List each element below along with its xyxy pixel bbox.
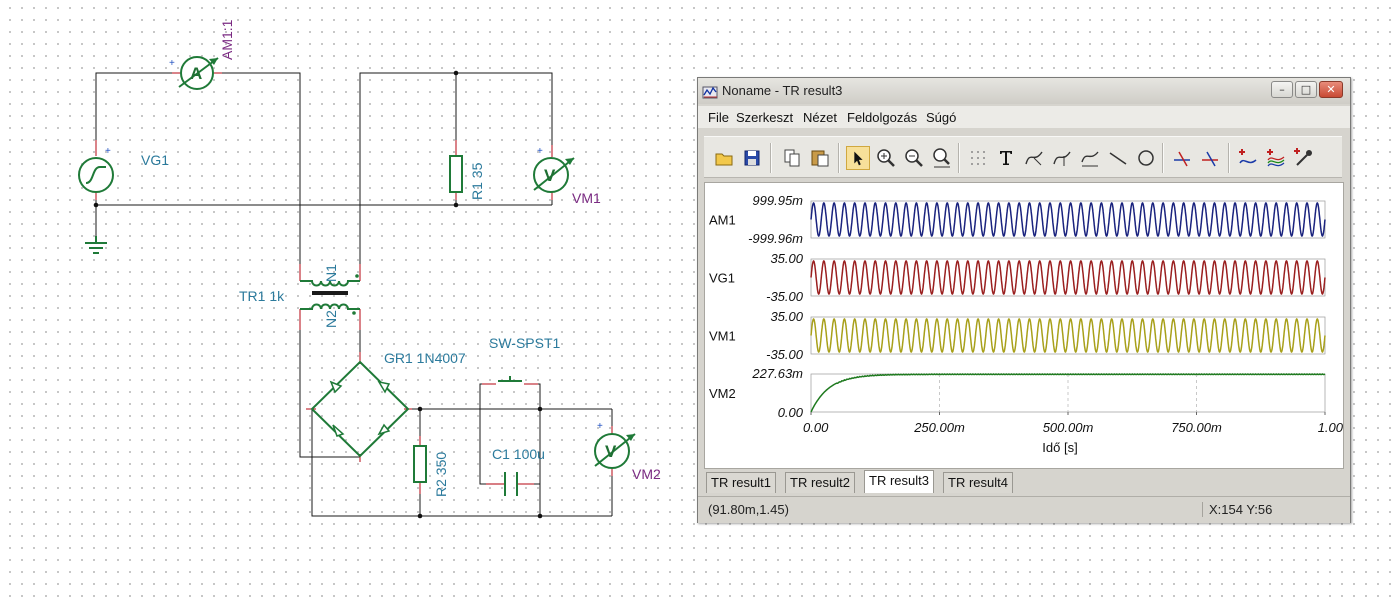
save-icon[interactable]: [740, 146, 764, 170]
x-tick-label: 0.00: [803, 420, 829, 435]
capacitor-c1[interactable]: C1 100u: [486, 446, 545, 496]
voltage-generator-vg1[interactable]: + VG1: [78, 140, 169, 200]
x-tick-label: 750.00m: [1171, 420, 1222, 435]
status-coordinates: (91.80m,1.45): [708, 502, 789, 517]
paste-icon[interactable]: [808, 146, 832, 170]
maximize-button[interactable]: □: [1295, 81, 1317, 98]
menu-file[interactable]: File: [708, 110, 729, 125]
text-icon[interactable]: [994, 146, 1018, 170]
result-window[interactable]: Noname - TR result3 – □ ✕ File Szerkeszt…: [697, 77, 1351, 523]
zoom-out-icon[interactable]: [902, 146, 926, 170]
series-name-vm1: VM1: [709, 329, 736, 344]
ammeter-glyph: A: [190, 64, 202, 83]
close-button[interactable]: ✕: [1319, 81, 1343, 98]
x-tick-label: 1.00: [1318, 420, 1343, 435]
app-icon: [702, 86, 718, 99]
r1-label: R1 35: [469, 162, 485, 200]
menu-help[interactable]: Súgó: [926, 110, 956, 125]
vm2-plus: +: [597, 421, 603, 432]
vm1-label: VM1: [572, 190, 601, 206]
transformer-tr1[interactable]: N1 N2 TR1 1k: [239, 264, 361, 330]
c1-label: C1 100u: [492, 446, 545, 462]
open-folder-icon[interactable]: [712, 146, 736, 170]
circle-icon[interactable]: [1134, 146, 1158, 170]
n1-label: N1: [323, 264, 339, 282]
zoom-in-icon[interactable]: [874, 146, 898, 170]
status-cursor-position: X:154 Y:56: [1202, 502, 1272, 517]
series-ymax-am1: 999.95m: [752, 193, 803, 208]
series-name-am1: AM1: [709, 213, 736, 228]
series-name-vg1: VG1: [709, 271, 735, 286]
toolbar: [704, 136, 1342, 178]
n2-label: N2: [323, 310, 339, 328]
ground-symbol: [85, 236, 107, 254]
tab-tr-result4[interactable]: TR result4: [943, 472, 1013, 493]
results-chart[interactable]: AM1 999.95m -999.96m VG1 35.00 -35.00 VM1 35.00…: [705, 183, 1343, 468]
copy-icon[interactable]: [780, 146, 804, 170]
minimize-button[interactable]: –: [1271, 81, 1293, 98]
curve-label-c-icon[interactable]: [1078, 146, 1102, 170]
x-tick-label: 500.00m: [1043, 420, 1094, 435]
vg-plus: +: [105, 146, 111, 157]
ammeter-label: AM1:1: [219, 19, 235, 60]
pointer-icon[interactable]: [846, 146, 870, 170]
add-multi-curve-icon[interactable]: [1264, 146, 1288, 170]
tab-tr-result2[interactable]: TR result2: [785, 472, 855, 493]
menu-processing[interactable]: Feldolgozás: [847, 110, 917, 125]
status-bar: (91.80m,1.45) X:154 Y:56: [698, 496, 1350, 523]
vm1-glyph: V: [544, 166, 556, 185]
series-ymax-vm1: 35.00: [770, 309, 803, 324]
plot-area[interactable]: AM1 999.95m -999.96m VG1 35.00 -35.00 VM1 35.00…: [704, 182, 1344, 469]
result-tabs: TR result1 TR result2 TR result3 TR resu…: [704, 470, 1344, 494]
schematic-canvas[interactable]: A + AM1:1 + VG1 R1 35 V + VM1 N1 N2 TR1 …: [0, 0, 700, 602]
tab-tr-result1[interactable]: TR result1: [706, 472, 776, 493]
grid-icon[interactable]: [966, 146, 990, 170]
menu-bar: File Szerkeszt Nézet Feldolgozás Súgó: [698, 106, 1350, 128]
window-title: Noname - TR result3: [722, 83, 843, 98]
tr-label: TR1 1k: [239, 288, 285, 304]
series-ymin-vm1: -35.00: [766, 347, 804, 362]
menu-view[interactable]: Nézet: [803, 110, 837, 125]
gr-label: GR1 1N4007: [384, 350, 466, 366]
ammeter-am1[interactable]: A + AM1:1: [169, 19, 235, 90]
series-name-vm2: VM2: [709, 386, 736, 401]
curve-label-b-icon[interactable]: [1050, 146, 1074, 170]
line-icon[interactable]: [1106, 146, 1130, 170]
curve-label-a-icon[interactable]: [1022, 146, 1046, 170]
vg-label: VG1: [141, 152, 169, 168]
bridge-rectifier-gr1[interactable]: GR1 1N4007: [306, 350, 466, 462]
resistor-r1[interactable]: R1 35: [449, 140, 485, 200]
resistor-r2[interactable]: R2 350: [413, 436, 449, 497]
vm2-label: VM2: [632, 466, 661, 482]
vm2-glyph: V: [605, 442, 617, 461]
vm1-plus: +: [537, 146, 543, 157]
menu-edit[interactable]: Szerkeszt: [736, 110, 793, 125]
cursor-a-icon[interactable]: [1170, 146, 1194, 170]
cursor-b-icon[interactable]: [1198, 146, 1222, 170]
voltmeter-vm2[interactable]: V + VM2: [594, 421, 661, 482]
series-ymax-vg1: 35.00: [770, 251, 803, 266]
ammeter-plus: +: [169, 58, 175, 69]
zoom-100-icon[interactable]: [930, 146, 954, 170]
series-ymin-vg1: -35.00: [766, 289, 804, 304]
r2-label: R2 350: [433, 452, 449, 497]
eyedropper-icon[interactable]: [1292, 146, 1316, 170]
series-ymin-am1: -999.96m: [748, 231, 803, 246]
voltmeter-vm1[interactable]: V + VM1: [533, 145, 601, 206]
x-axis-label: Idő [s]: [1042, 440, 1077, 455]
add-curve-icon[interactable]: [1236, 146, 1260, 170]
series-ymax-vm2: 227.63m: [751, 366, 803, 381]
sw-label: SW-SPST1: [489, 335, 561, 351]
switch-sw-spst1[interactable]: SW-SPST1: [482, 335, 561, 385]
series-ymin-vm2: 0.00: [778, 405, 804, 420]
window-titlebar[interactable]: Noname - TR result3 – □ ✕: [698, 78, 1350, 104]
x-tick-label: 250.00m: [913, 420, 965, 435]
tab-tr-result3[interactable]: TR result3: [864, 470, 934, 493]
